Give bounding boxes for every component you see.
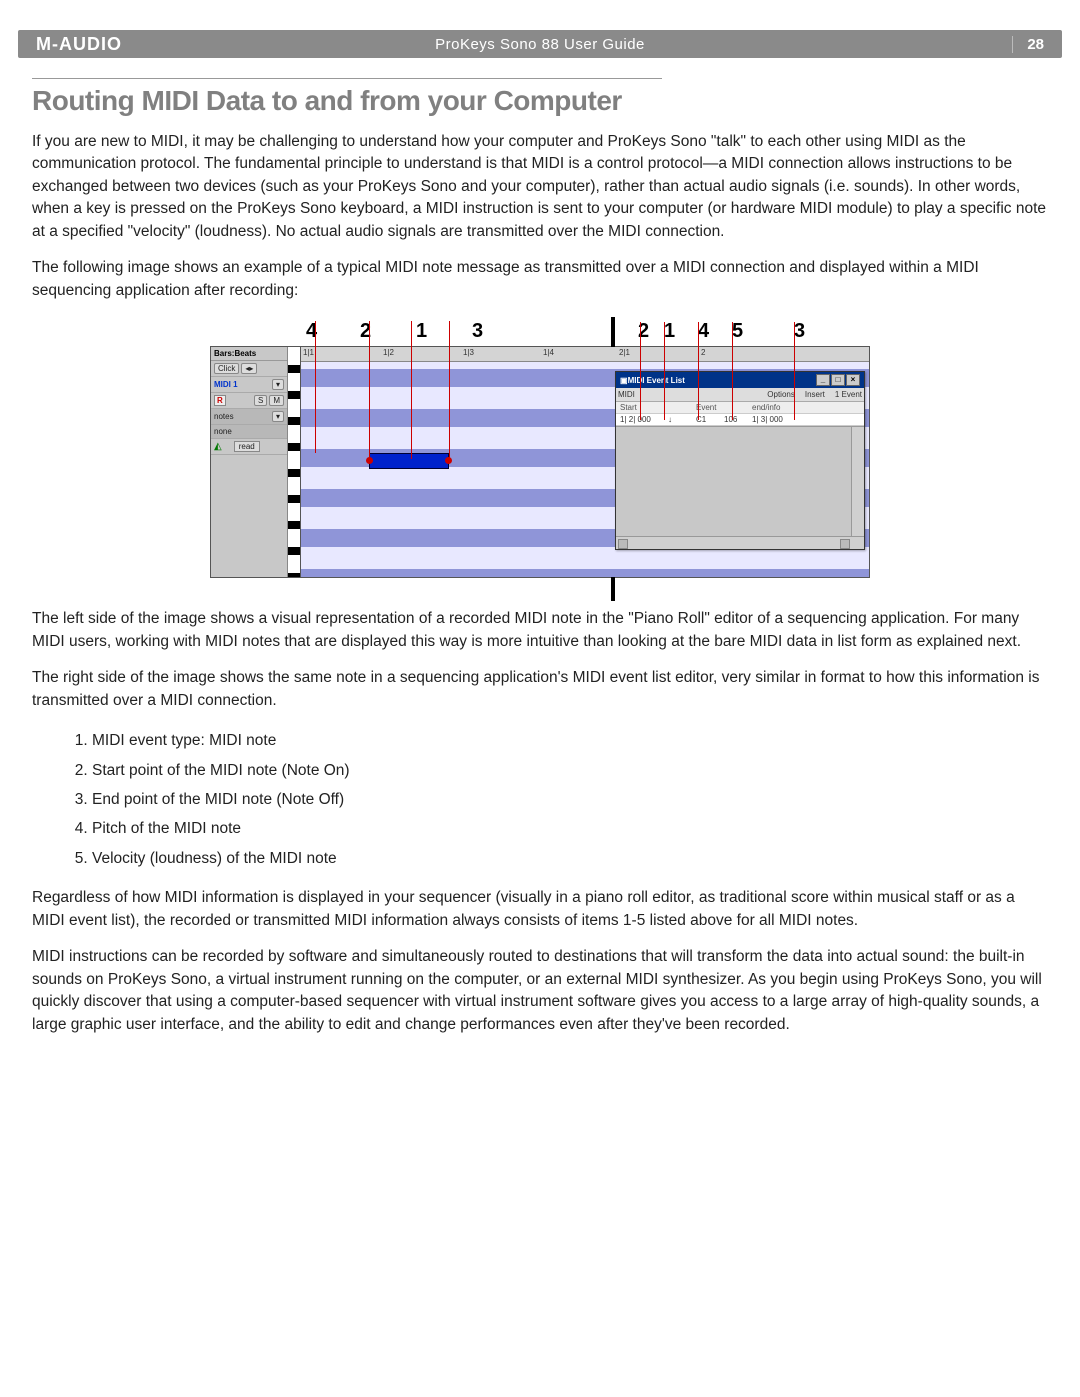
ruler-1-4: 1|4 (543, 348, 554, 357)
menu-count: 1 Event (835, 390, 862, 399)
ruler-1-1: 1|1 (303, 348, 314, 357)
page-number: 28 (1012, 36, 1044, 53)
horizontal-scrollbar[interactable] (616, 536, 864, 549)
paragraph-3: The left side of the image shows a visua… (32, 608, 1048, 653)
menu-midi[interactable]: MIDI (618, 390, 635, 399)
section-title: Routing MIDI Data to and from your Compu… (32, 85, 1048, 117)
solo-button[interactable]: S (254, 395, 267, 406)
intro-paragraph-1: If you are new to MIDI, it may be challe… (32, 131, 1048, 243)
minimize-button[interactable]: _ (816, 374, 830, 386)
automation-icon[interactable]: ◭ (214, 441, 222, 452)
cell-start: 1| 2| 000 (620, 415, 668, 424)
rcline-4 (698, 322, 699, 420)
callout-right-5: 5 (732, 320, 743, 343)
read-button[interactable]: read (234, 441, 260, 452)
ruler-2-1: 2|1 (619, 348, 630, 357)
paragraph-6: MIDI instructions can be recorded by sof… (32, 946, 1048, 1036)
track-name[interactable]: MIDI 1 (214, 380, 238, 389)
cline-2 (369, 321, 370, 461)
eventlist-columns: Start Event end/info (616, 402, 864, 414)
none-label: none (214, 427, 232, 436)
rcline-3 (794, 322, 795, 420)
page-content: Routing MIDI Data to and from your Compu… (0, 58, 1080, 1090)
col-start: Start (620, 403, 668, 412)
callout-left-1: 1 (416, 320, 427, 343)
cell-end: 1| 3| 000 (752, 415, 804, 424)
cell-vel: 106 (724, 415, 752, 424)
ruler-1-2: 1|2 (383, 348, 394, 357)
maximize-button[interactable]: □ (831, 374, 845, 386)
callout-right-4: 4 (698, 320, 709, 343)
cell-note: C1 (696, 415, 724, 424)
col-endinfo: end/info (752, 403, 804, 412)
click-button[interactable]: Click (214, 363, 239, 374)
doc-title: ProKeys Sono 88 User Guide (435, 36, 645, 53)
eventlist-body (616, 426, 864, 549)
intro-paragraph-2: The following image shows an example of … (32, 257, 1048, 302)
eventlist-row[interactable]: 1| 2| 000 ↓ C1 106 1| 3| 000 (616, 414, 864, 426)
cline-1 (411, 321, 412, 459)
piano-keys-strip (288, 347, 301, 577)
cline-4 (315, 321, 316, 453)
mute-button[interactable]: M (269, 395, 284, 406)
paragraph-5: Regardless of how MIDI information is di… (32, 887, 1048, 932)
midi-event-list-window[interactable]: ▣ MIDI Event List _ □ × MIDI Options Ins… (615, 371, 865, 550)
rcline-1 (664, 322, 665, 420)
list-item: MIDI event type: MIDI note (92, 726, 1048, 755)
eventlist-menubar: MIDI Options Insert 1 Event (616, 388, 864, 402)
eventlist-titlebar[interactable]: ▣ MIDI Event List _ □ × (616, 372, 864, 388)
notes-label: notes (214, 412, 234, 421)
cline-3 (449, 321, 450, 461)
midi-note[interactable] (369, 453, 449, 469)
notes-menu-icon[interactable]: ▾ (272, 411, 284, 422)
ruler-1-3: 1|3 (463, 348, 474, 357)
track-menu-button[interactable]: ▾ (272, 379, 284, 390)
menu-options[interactable]: Options (767, 390, 795, 399)
rcline-5 (732, 322, 733, 420)
list-item: Start point of the MIDI note (Note On) (92, 756, 1048, 785)
paragraph-4: The right side of the image shows the sa… (32, 667, 1048, 712)
menu-insert[interactable]: Insert (805, 390, 825, 399)
eventlist-doc-icon: ▣ (620, 376, 628, 385)
close-button[interactable]: × (846, 374, 860, 386)
diagram-body: Bars:Beats Click ◂▸ MIDI 1 ▾ R S M notes… (210, 346, 870, 578)
midi-items-list: MIDI event type: MIDI note Start point o… (92, 726, 1048, 873)
page-header: M-AUDIO ProKeys Sono 88 User Guide 28 (18, 30, 1062, 58)
rcline-2 (640, 322, 641, 420)
col-event: Event (696, 403, 724, 412)
tempo-stepper[interactable]: ◂▸ (241, 363, 257, 374)
track-sidebar: Bars:Beats Click ◂▸ MIDI 1 ▾ R S M notes… (211, 347, 288, 577)
ruler-2: 2 (701, 348, 705, 357)
eventlist-title: MIDI Event List (628, 376, 685, 385)
cell-flag: ↓ (668, 415, 696, 424)
section-divider (32, 78, 662, 79)
list-item: Pitch of the MIDI note (92, 814, 1048, 843)
timeline-ruler[interactable]: 1|1 1|2 1|3 1|4 2|1 2 (301, 347, 869, 362)
callout-right-1: 1 (664, 320, 675, 343)
sidebar-bars-beats: Bars:Beats (211, 347, 287, 361)
midi-diagram: 4 2 1 3 2 1 4 5 3 Bars:Beats Click ◂▸ MI… (210, 320, 870, 578)
list-item: Velocity (loudness) of the MIDI note (92, 844, 1048, 873)
vertical-scrollbar[interactable] (851, 427, 864, 537)
callout-right-3: 3 (794, 320, 805, 343)
record-button[interactable]: R (214, 395, 226, 406)
callout-row: 4 2 1 3 2 1 4 5 3 (210, 320, 870, 346)
list-item: End point of the MIDI note (Note Off) (92, 785, 1048, 814)
brand-logo: M-AUDIO (36, 34, 122, 55)
callout-left-3: 3 (472, 320, 483, 343)
